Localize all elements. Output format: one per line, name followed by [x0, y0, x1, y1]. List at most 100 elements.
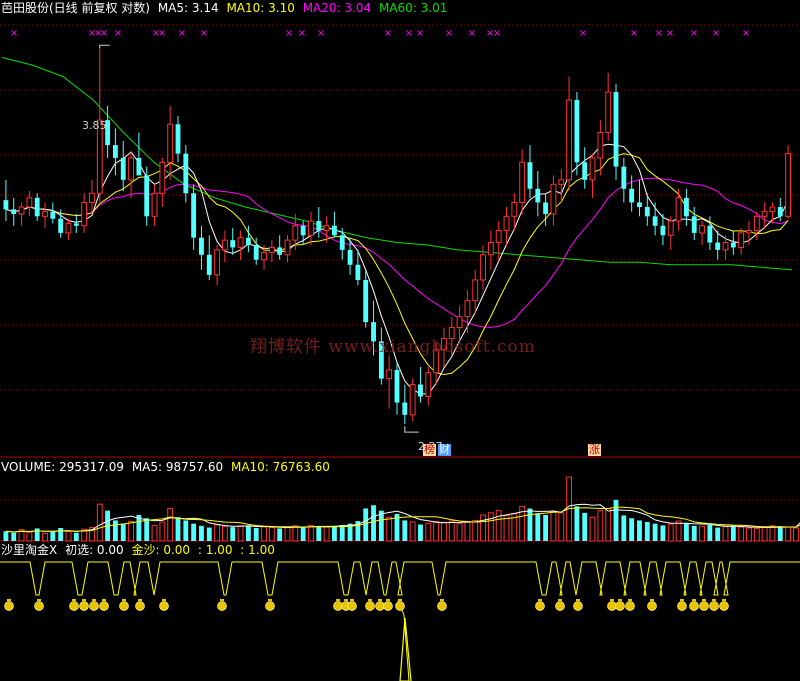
candle-body	[277, 247, 283, 255]
tag-bang[interactable]: 榜	[423, 444, 436, 456]
volume-bar	[378, 510, 384, 541]
price-header: 芭田股份(日线 前复权 对数) MA5: 3.14 MA10: 3.10 MA2…	[1, 0, 451, 16]
tag-zhang[interactable]: 涨	[588, 444, 601, 456]
candle-body	[50, 211, 56, 219]
money-bag-icon	[79, 601, 89, 611]
top-x-marker: ×	[579, 28, 587, 39]
money-bag-tie	[722, 599, 726, 601]
money-bag-tie	[610, 599, 614, 601]
volume-bar	[448, 520, 455, 542]
candle-body	[300, 225, 306, 236]
money-bag-icon	[159, 601, 169, 611]
volume-bar	[433, 521, 440, 542]
money-bag-icon	[383, 601, 393, 611]
volume-bar	[597, 510, 604, 542]
money-bag-icon	[699, 601, 709, 611]
top-x-marker: ×	[742, 28, 750, 39]
tag-cai[interactable]: 财	[438, 444, 451, 456]
vol-ma5-value: MA5: 98757.60	[131, 460, 224, 474]
volume-bar	[65, 530, 72, 542]
low-pointer	[404, 426, 419, 433]
volume-bar	[761, 527, 768, 542]
candle-body	[237, 237, 244, 248]
volume-bar	[284, 526, 291, 542]
candle-body	[527, 162, 533, 189]
volume-bar	[332, 525, 337, 541]
candle-body	[89, 192, 95, 203]
candle-body	[652, 216, 658, 226]
candle-body	[738, 232, 745, 248]
volume-bar	[746, 527, 752, 542]
candle-body	[18, 206, 25, 215]
candle-body	[566, 99, 573, 181]
volume-bar	[418, 524, 423, 541]
candle-body	[644, 207, 650, 217]
volume-bars[interactable]	[3, 476, 800, 542]
candle-body	[691, 216, 697, 233]
candle-body	[769, 206, 776, 213]
top-x-marker: ×	[178, 28, 186, 39]
volume-value: VOLUME: 295317.09	[1, 460, 124, 474]
candlestick-series[interactable]	[3, 48, 792, 425]
indicator-step-line	[0, 561, 800, 681]
money-bag-tie	[102, 599, 106, 601]
money-bag-tie	[398, 599, 402, 601]
candle-body	[183, 153, 189, 194]
volume-bar	[621, 515, 627, 541]
money-bag-icon	[375, 601, 385, 611]
top-x-marker: ×	[10, 28, 18, 39]
volume-bar	[480, 514, 486, 542]
volume-bar	[495, 510, 502, 542]
candle-body	[167, 123, 174, 163]
candle-body	[667, 220, 674, 236]
stock-name: 芭田股份(日线 前复权 对数)	[1, 1, 150, 15]
money-bag-icon	[615, 601, 625, 611]
top-x-marker: ×	[666, 28, 674, 39]
top-x-marker: ×	[405, 28, 413, 39]
volume-bar	[199, 525, 204, 541]
volume-bar	[112, 520, 118, 541]
volume-bar	[707, 524, 713, 541]
top-x-marker: ×	[298, 28, 306, 39]
money-bag-icon	[347, 601, 357, 611]
money-bag-icon	[437, 601, 447, 611]
candle-body	[253, 244, 259, 260]
candle-body	[120, 157, 126, 180]
candle-body	[386, 369, 393, 380]
money-bag-tie	[92, 599, 96, 601]
volume-bar	[191, 523, 197, 541]
indicator-spike-2	[399, 617, 412, 681]
money-bag-tie	[368, 599, 372, 601]
money-bag-tie	[350, 599, 354, 601]
volume-bar	[464, 521, 471, 542]
candle-body	[128, 157, 134, 181]
volume-bar	[644, 521, 650, 541]
top-x-marker: ×	[416, 28, 424, 39]
money-bag-icon	[99, 601, 109, 611]
volume-bar	[699, 525, 705, 542]
candle-body	[535, 188, 541, 203]
volume-bar	[425, 522, 432, 542]
money-bag-tie	[268, 599, 272, 601]
jinsha-value: 金沙: 0.00	[131, 543, 191, 557]
candle-body	[144, 175, 150, 217]
money-bag-icon	[34, 601, 44, 611]
money-bag-tie	[7, 599, 11, 601]
volume-bar	[3, 531, 9, 541]
volume-bar	[308, 524, 314, 542]
candle-body	[699, 225, 705, 234]
candle-body	[558, 179, 565, 185]
volume-bar	[230, 527, 236, 541]
candle-body	[683, 197, 689, 217]
candle-body	[605, 91, 612, 134]
ma20-value: MA20: 3.04	[302, 1, 372, 15]
money-bag-icon	[365, 601, 375, 611]
volume-bar	[128, 521, 134, 542]
candle-body	[753, 215, 760, 232]
indicator-value-1: : 1.00	[197, 543, 233, 557]
candle-body	[214, 249, 221, 276]
volume-bar	[722, 526, 729, 542]
candle-body	[34, 197, 40, 217]
money-bag-icon	[689, 601, 699, 611]
candle-body	[675, 197, 682, 222]
